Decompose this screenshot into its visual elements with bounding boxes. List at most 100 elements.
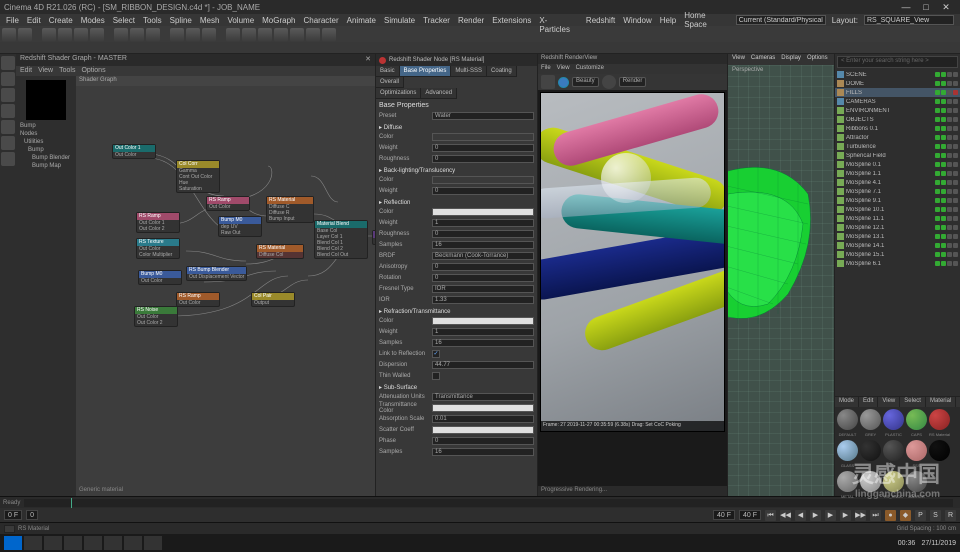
node-bumpM0[interactable]: Bump M0dep UVRaw Out	[218, 216, 262, 237]
window-close-button[interactable]: ✕	[936, 2, 956, 13]
menu-xparticles[interactable]: X-Particles	[539, 16, 578, 24]
menu-extensions[interactable]: Extensions	[492, 16, 531, 24]
tree-utilities[interactable]: Utilities	[18, 138, 74, 146]
node-rsmaterial2[interactable]: RS MaterialDiffuse Col	[256, 244, 304, 259]
prev-frame-button[interactable]: ◀	[795, 510, 806, 521]
material-ball[interactable]	[906, 409, 927, 430]
menu-redshift[interactable]: Redshift	[586, 16, 615, 24]
object-row[interactable]: OBJECTS	[835, 115, 960, 124]
menu-animate[interactable]: Animate	[347, 16, 376, 24]
task-search-icon[interactable]	[24, 536, 42, 550]
goto-end-button[interactable]: ⏭	[870, 510, 881, 521]
rv-menu-file[interactable]: File	[541, 65, 551, 73]
tool-move[interactable]	[58, 28, 72, 42]
sss-transcolor[interactable]	[432, 404, 534, 412]
tool-render-region[interactable]	[186, 28, 200, 42]
refr-weight[interactable]: 1	[432, 328, 534, 336]
menu-spline[interactable]: Spline	[170, 16, 192, 24]
mode-texture[interactable]	[1, 136, 15, 150]
rv-render-select[interactable]: Render	[619, 77, 647, 87]
shader-graph-tab[interactable]: Redshift Shader Graph - MASTER ✕	[16, 54, 375, 66]
shader-menu-edit[interactable]: Edit	[20, 67, 32, 75]
tool-generator[interactable]	[258, 28, 272, 42]
node-outcolor[interactable]: Out Color 1Out Color	[112, 144, 156, 159]
tray-time[interactable]: 00:36	[898, 540, 916, 547]
object-search-input[interactable]: < Enter your search string here >	[837, 56, 958, 68]
object-row[interactable]: MoSpline 7.1	[835, 187, 960, 196]
tab-advanced[interactable]: Advanced	[421, 88, 457, 99]
tab-optimizations[interactable]: Optimizations	[376, 88, 421, 99]
mode-model[interactable]	[1, 56, 15, 70]
node-bump0[interactable]: Bump M0Out Color	[138, 270, 182, 285]
node-output[interactable]: OutputSurface	[372, 230, 375, 245]
node-bump-blender[interactable]: RS Bump BlenderOut Displacement Vector	[186, 266, 247, 281]
diffuse-color[interactable]	[432, 133, 534, 141]
mat-tab-view[interactable]: View	[878, 397, 900, 407]
render-image[interactable]: Frame: 27 2019-11-27 00:35:59 (6.38s) Dr…	[540, 92, 725, 432]
frame-end-field[interactable]: 40 F	[713, 510, 735, 520]
shader-menu-options[interactable]: Options	[81, 67, 105, 75]
material-ball[interactable]	[929, 409, 950, 430]
tool-select[interactable]	[42, 28, 56, 42]
material-ball[interactable]	[860, 471, 881, 492]
section-refraction[interactable]: Refraction/Transmittance	[379, 308, 534, 315]
link-reflection-check[interactable]	[432, 350, 440, 358]
tree-nodes[interactable]: Nodes	[18, 130, 74, 138]
menu-tools[interactable]: Tools	[143, 16, 162, 24]
refl-rot[interactable]: 0	[432, 274, 534, 282]
menu-volume[interactable]: Volume	[227, 16, 254, 24]
tray-date[interactable]: 27/11/2019	[921, 540, 956, 547]
rv-snapshot-icon[interactable]	[602, 75, 616, 89]
record-button[interactable]: ●	[885, 510, 896, 521]
keyframe-pos-button[interactable]: P	[915, 510, 926, 521]
mat-tab-material[interactable]: Material	[926, 397, 956, 407]
object-row[interactable]: DOME	[835, 79, 960, 88]
object-row[interactable]: MoSpline 10.1	[835, 205, 960, 214]
object-row[interactable]: Turbulence	[835, 142, 960, 151]
object-row[interactable]: Attractor	[835, 133, 960, 142]
shader-menu-view[interactable]: View	[38, 67, 53, 75]
object-row[interactable]: MoSpline 15.1	[835, 250, 960, 259]
tool-spline[interactable]	[242, 28, 256, 42]
section-reflection[interactable]: Reflection	[379, 199, 534, 206]
refl-samples[interactable]: 16	[432, 241, 534, 249]
refl-rough[interactable]: 0	[432, 230, 534, 238]
object-row[interactable]: MoSpline 14.1	[835, 241, 960, 250]
refl-fresnel[interactable]: IOR	[432, 285, 534, 293]
renderview-tab[interactable]: Redshift RenderView	[538, 54, 727, 64]
preset-select[interactable]: Water	[432, 112, 534, 120]
vp-menu-options[interactable]: Options	[807, 55, 828, 64]
menu-character[interactable]: Character	[304, 16, 339, 24]
timeline-track[interactable]	[24, 499, 953, 507]
menu-edit[interactable]: Edit	[27, 16, 41, 24]
mat-tab-select[interactable]: Select	[900, 397, 926, 407]
window-max-button[interactable]: □	[916, 2, 936, 12]
material-ball[interactable]	[837, 471, 858, 492]
object-row[interactable]: MoSpline 0.1	[835, 160, 960, 169]
node-material-blend[interactable]: Material BlendBase ColLayer Col 1Blend C…	[314, 220, 368, 259]
material-ball[interactable]	[883, 440, 904, 461]
refl-aniso[interactable]: 0	[432, 263, 534, 271]
space-select[interactable]	[736, 15, 826, 25]
mat-tab-edit[interactable]: Edit	[859, 397, 878, 407]
node-colcorr[interactable]: Col CorrGammaCont Out ColorHueSaturation	[176, 160, 220, 193]
window-min-button[interactable]: —	[896, 2, 916, 12]
menu-select[interactable]: Select	[113, 16, 135, 24]
tool-environment[interactable]	[290, 28, 304, 42]
mode-point[interactable]	[1, 88, 15, 102]
menu-mograph[interactable]: MoGraph	[262, 16, 295, 24]
keyframe-scale-button[interactable]: S	[930, 510, 941, 521]
tab-coating[interactable]: Coating	[487, 66, 517, 77]
shader-graph-canvas[interactable]: Shader Graph	[76, 76, 375, 496]
task-app-icon[interactable]	[124, 536, 142, 550]
thin-walled-check[interactable]	[432, 372, 440, 380]
material-ball[interactable]	[906, 471, 927, 492]
material-ball[interactable]	[906, 440, 927, 461]
tool-axis-z[interactable]	[146, 28, 160, 42]
tool-render[interactable]	[170, 28, 184, 42]
task-chrome-icon[interactable]	[84, 536, 102, 550]
menu-simulate[interactable]: Simulate	[384, 16, 415, 24]
node-ramp3[interactable]: RS RampOut Color	[206, 196, 250, 211]
task-app2-icon[interactable]	[144, 536, 162, 550]
menu-create[interactable]: Create	[49, 16, 73, 24]
